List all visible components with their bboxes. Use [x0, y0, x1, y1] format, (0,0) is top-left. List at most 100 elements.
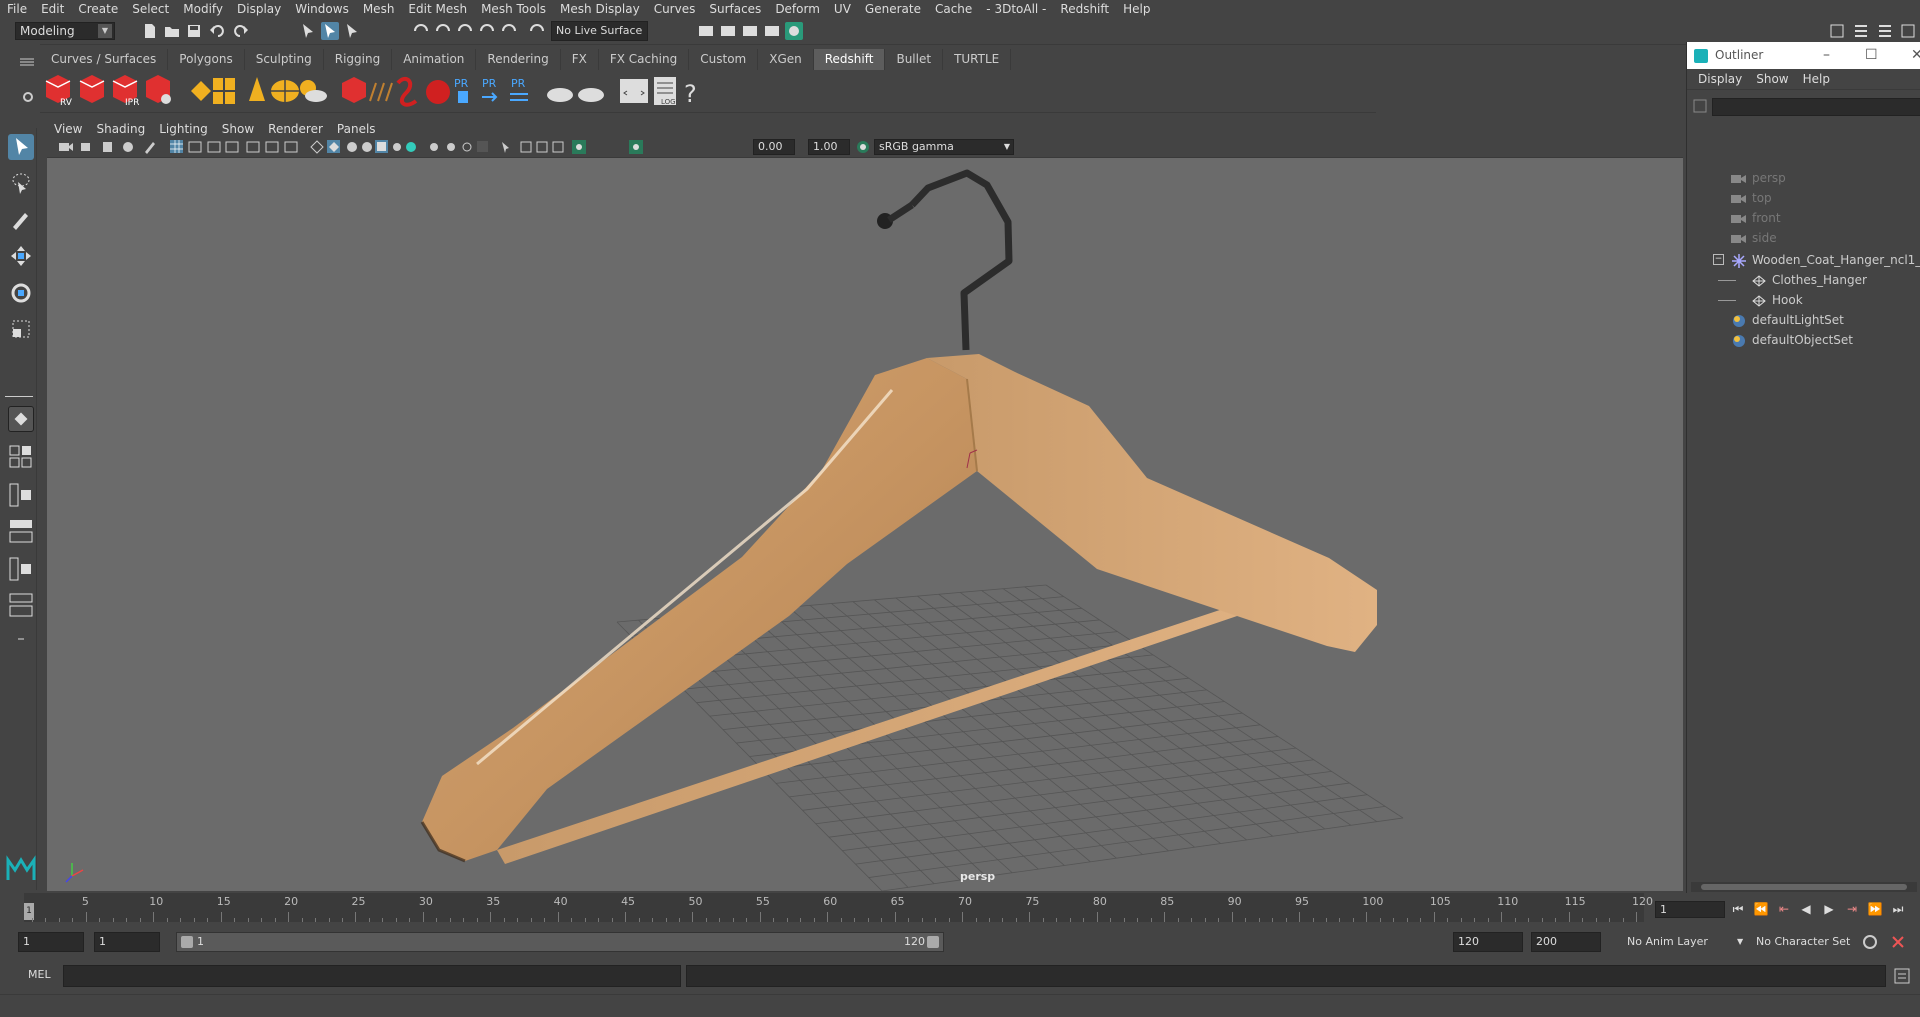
select-by-object-icon[interactable]: [321, 22, 339, 40]
menu-surfaces[interactable]: Surfaces: [702, 2, 768, 16]
depth-of-field-icon[interactable]: [477, 141, 488, 152]
redshift-material-icon[interactable]: [426, 80, 450, 104]
menu-modify[interactable]: Modify: [176, 2, 230, 16]
exposure-field[interactable]: 0.00: [753, 139, 795, 155]
use-all-lights-icon[interactable]: [393, 143, 401, 151]
shelf-tab-rendering[interactable]: Rendering: [476, 49, 561, 70]
redshift-sun-sky-icon[interactable]: [300, 80, 327, 102]
modeling-toolkit-icon[interactable]: [1828, 22, 1846, 40]
live-surface-field[interactable]: No Live Surface: [551, 21, 648, 41]
camera-attributes-icon[interactable]: [59, 143, 73, 151]
menu-cache[interactable]: Cache: [928, 2, 979, 16]
shelf-tab-custom[interactable]: Custom: [689, 49, 759, 70]
shelf-tab-animation[interactable]: Animation: [392, 49, 477, 70]
outliner-collapse-toggle[interactable]: −: [1713, 254, 1724, 265]
outliner-search-input[interactable]: [1712, 98, 1920, 116]
auto-key-icon[interactable]: [1862, 934, 1878, 950]
outliner-item-defaultlightset[interactable]: defaultLightSet: [1731, 310, 1844, 330]
tool-settings-icon[interactable]: [1876, 22, 1894, 40]
attribute-editor-icon[interactable]: [1852, 22, 1870, 40]
close-icon[interactable]: ✕: [1911, 42, 1920, 69]
gamma-field[interactable]: 1.00: [808, 139, 850, 155]
snap-to-grid-icon[interactable]: [412, 22, 430, 40]
range-start-handle[interactable]: [181, 936, 193, 948]
motion-blur-icon[interactable]: [447, 143, 455, 151]
menu-mesh[interactable]: Mesh: [356, 2, 402, 16]
help-icon[interactable]: ?: [684, 80, 697, 108]
menu-generate[interactable]: Generate: [858, 2, 928, 16]
undo-icon[interactable]: [209, 22, 227, 40]
outliner-item-clothes-hanger[interactable]: Clothes_Hanger: [1751, 270, 1867, 290]
outliner-item-side[interactable]: side: [1731, 228, 1777, 248]
redshift-bake-icon[interactable]: [547, 88, 604, 102]
character-set-select[interactable]: No Character Set: [1756, 932, 1864, 952]
outliner-item-wooden-coat-hanger-ncl1-1[interactable]: Wooden_Coat_Hanger_ncl1_1: [1731, 250, 1920, 270]
outliner-scroll-thumb[interactable]: [1701, 884, 1907, 890]
outliner-item-persp[interactable]: persp: [1731, 168, 1786, 188]
scale-tool-icon[interactable]: [8, 316, 34, 342]
menu-deform[interactable]: Deform: [768, 2, 827, 16]
xray-joints-icon[interactable]: [536, 141, 548, 153]
grid-toggle-icon[interactable]: [170, 140, 183, 153]
menu-curves[interactable]: Curves: [647, 2, 703, 16]
shadows-icon[interactable]: [406, 142, 416, 152]
toolbox-collapse-icon[interactable]: [8, 626, 34, 652]
screen-space-ambient-occlusion-icon[interactable]: [430, 143, 438, 151]
outliner-item-front[interactable]: front: [1731, 208, 1781, 228]
command-input[interactable]: [63, 965, 681, 987]
shelf-tab-fx[interactable]: FX: [561, 49, 599, 70]
redshift-area-light-icon[interactable]: [213, 78, 235, 104]
isolate-select-icon[interactable]: [502, 142, 509, 153]
ipr-render-icon[interactable]: [763, 22, 781, 40]
make-live-icon[interactable]: [500, 22, 518, 40]
persp-graph-layout-icon[interactable]: [8, 518, 34, 544]
shelf-tab-rigging[interactable]: Rigging: [324, 49, 393, 70]
viewport-persp[interactable]: [47, 158, 1683, 891]
film-gate-icon[interactable]: [188, 141, 202, 153]
snap-to-point-icon[interactable]: [456, 22, 474, 40]
image-plane-icon[interactable]: [103, 142, 112, 152]
shelf-tab-bullet[interactable]: Bullet: [885, 49, 944, 70]
smooth-shade-icon[interactable]: [327, 140, 340, 153]
current-frame-field[interactable]: 1: [1655, 901, 1725, 918]
step-forward-frame-icon[interactable]: ⏩: [1865, 901, 1885, 918]
redshift-ies-light-icon[interactable]: [271, 80, 299, 102]
anti-aliasing-icon[interactable]: [462, 142, 472, 152]
script-editor-icon[interactable]: [620, 79, 648, 103]
proxy-swap-icon[interactable]: [510, 93, 528, 101]
shelf-settings-gear-icon[interactable]: [22, 91, 34, 103]
redshift-snapshot-icon[interactable]: [79, 75, 105, 103]
wireframe-on-shaded-icon[interactable]: [362, 142, 372, 152]
menu-mesh-tools[interactable]: Mesh Tools: [474, 2, 553, 16]
outliner-item-top[interactable]: top: [1731, 188, 1772, 208]
bookmarks-icon[interactable]: [81, 143, 90, 151]
persp-uv-layout-icon[interactable]: [8, 592, 34, 618]
shelf-tab-sculpting[interactable]: Sculpting: [245, 49, 324, 70]
menu-uv[interactable]: UV: [827, 2, 858, 16]
menu-file[interactable]: File: [0, 2, 34, 16]
go-to-start-icon[interactable]: ⏮: [1728, 901, 1748, 918]
menu-windows[interactable]: Windows: [288, 2, 356, 16]
snap-to-curve-icon[interactable]: [434, 22, 452, 40]
safe-action-icon[interactable]: [265, 141, 279, 153]
playback-start-field[interactable]: 1: [94, 932, 160, 952]
minimize-icon[interactable]: –: [1823, 42, 1830, 69]
safe-title-icon[interactable]: [284, 141, 298, 153]
animation-start-field[interactable]: 1: [18, 932, 84, 952]
outliner-filter-icon[interactable]: [1693, 99, 1707, 113]
open-scene-icon[interactable]: [163, 22, 181, 40]
menu-edit-mesh[interactable]: Edit Mesh: [401, 2, 474, 16]
field-chart-icon[interactable]: [246, 141, 260, 153]
step-back-key-icon[interactable]: ⇤: [1774, 901, 1794, 918]
proxy-export-icon[interactable]: [458, 91, 468, 103]
xray-icon[interactable]: [520, 141, 532, 153]
rotate-tool-icon[interactable]: [8, 280, 34, 306]
play-forwards-icon[interactable]: ▶: [1819, 901, 1839, 918]
menu-display[interactable]: Display: [230, 2, 288, 16]
render-settings-icon[interactable]: [697, 22, 715, 40]
redo-icon[interactable]: [231, 22, 249, 40]
shelf-menu-icon[interactable]: [20, 57, 34, 67]
range-end-handle[interactable]: [927, 936, 939, 948]
menu-create[interactable]: Create: [71, 2, 125, 16]
script-language-toggle[interactable]: MEL: [28, 968, 51, 981]
